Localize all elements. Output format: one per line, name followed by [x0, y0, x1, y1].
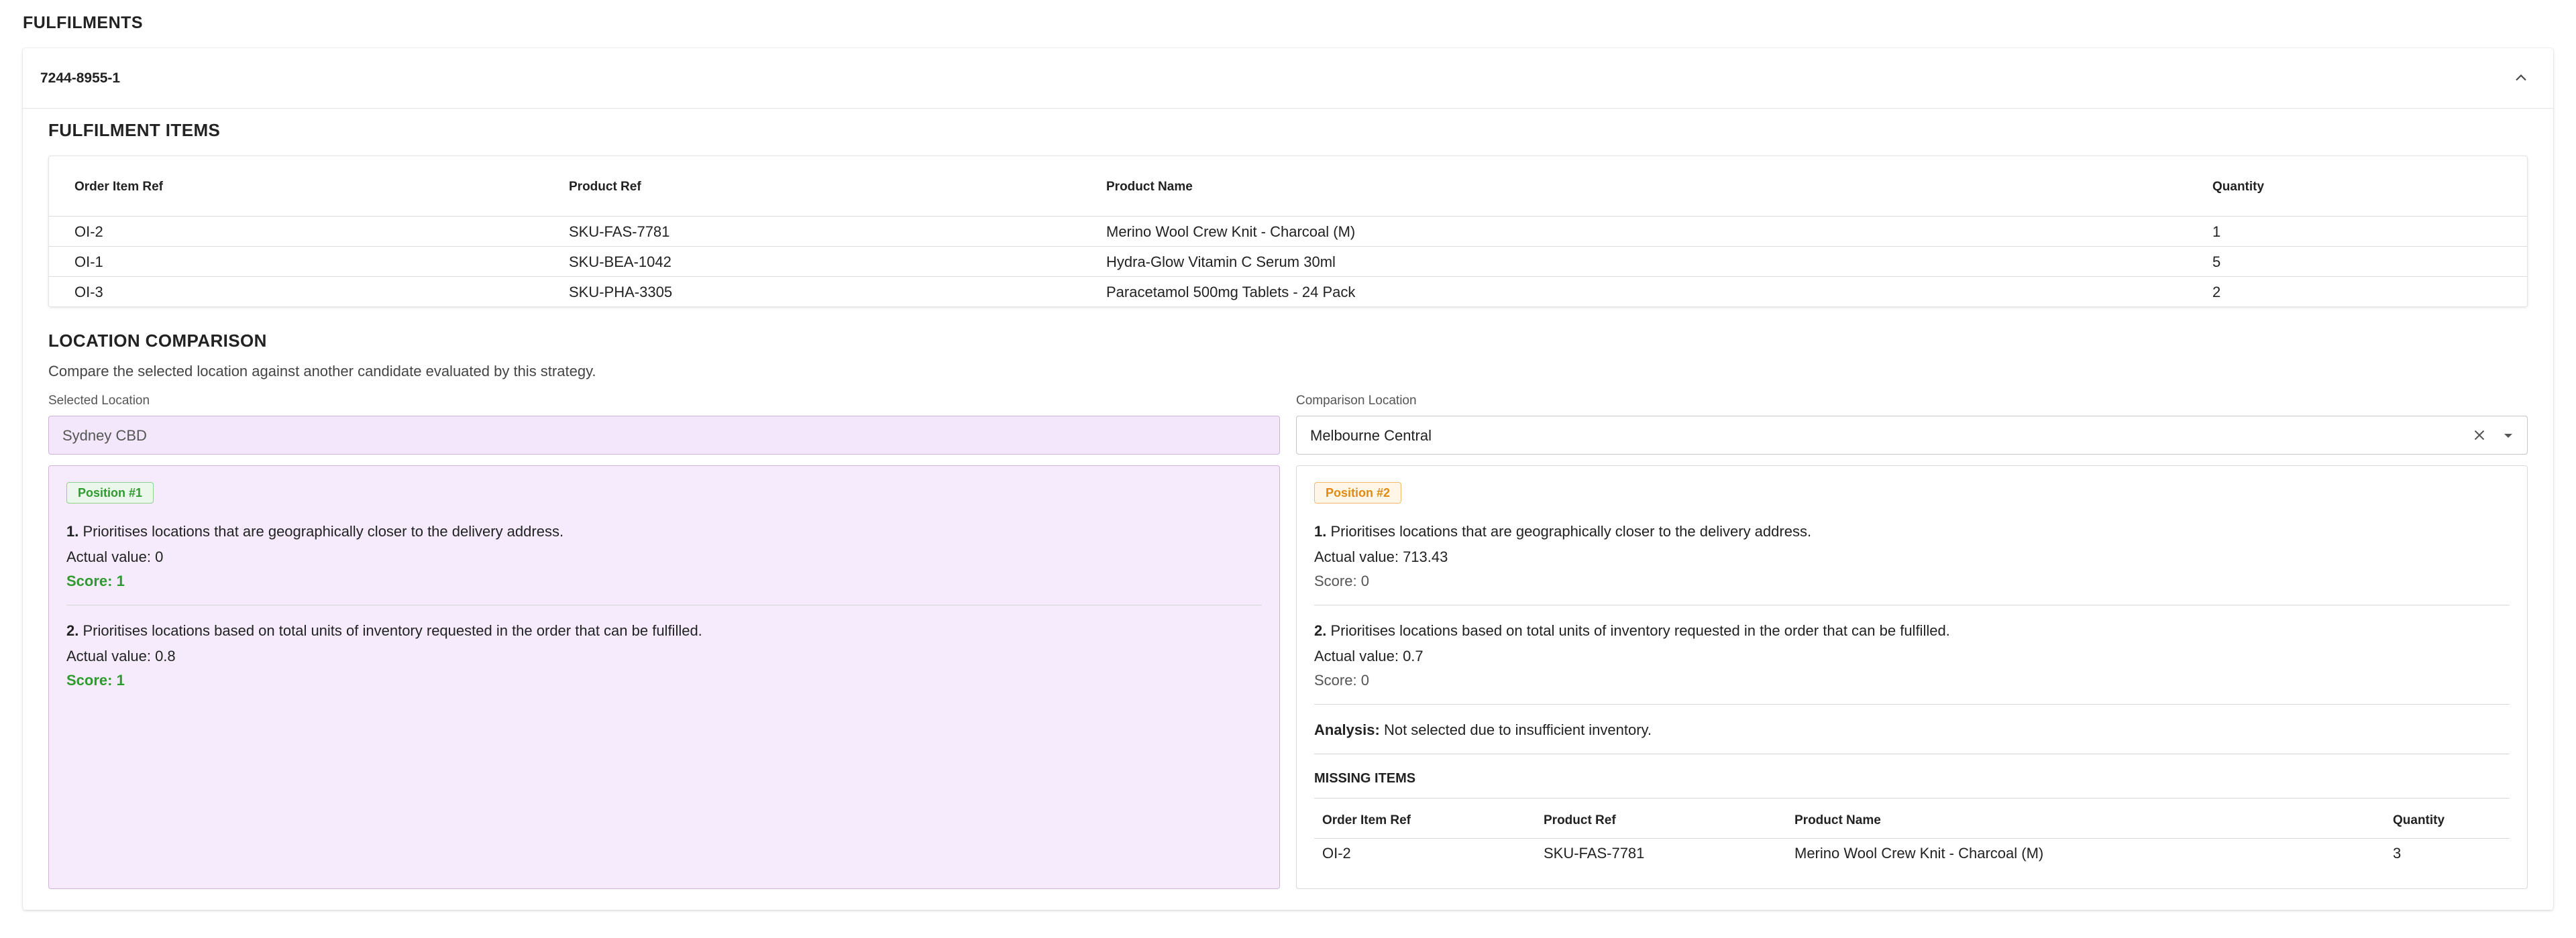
criterion-text: 2. Prioritises locations based on total … — [66, 622, 702, 640]
comparison-location-value: Melbourne Central — [1310, 427, 1432, 444]
criterion-description: Prioritises locations based on total uni… — [83, 622, 702, 639]
criterion-number: 1. — [1314, 523, 1327, 540]
chevron-up-icon[interactable] — [2512, 68, 2530, 87]
score: Score: 0 — [1314, 672, 1369, 689]
criterion-text: 1. Prioritises locations that are geogra… — [1314, 522, 1811, 541]
criterion-text: 1. Prioritises locations that are geogra… — [66, 522, 564, 541]
divider — [1314, 798, 2510, 799]
selected-location-value: Sydney CBD — [62, 427, 147, 444]
actual-value: Actual value: 0.7 — [1314, 648, 1424, 664]
table-cell: Merino Wool Crew Knit - Charcoal (M) — [1106, 223, 1356, 240]
column-header: Product Name — [1794, 813, 1881, 827]
column-header: Order Item Ref — [74, 180, 163, 194]
criterion-number: 2. — [66, 622, 79, 639]
table-row: OI-1 SKU-BEA-1042 Hydra-Glow Vitamin C S… — [49, 247, 2527, 277]
table-cell: 3 — [2393, 845, 2402, 862]
table-cell: SKU-FAS-7781 — [569, 223, 670, 240]
actual-value: Actual value: 0 — [66, 548, 164, 565]
fulfilment-card: 7244-8955-1 FULFILMENT ITEMS Order Item … — [23, 48, 2553, 910]
table-cell: OI-2 — [74, 223, 103, 240]
table-cell: OI-1 — [74, 253, 103, 270]
table-row: OI-2 SKU-FAS-7781 Merino Wool Crew Knit … — [49, 217, 2527, 247]
criterion-text: 2. Prioritises locations based on total … — [1314, 622, 1950, 640]
divider — [1314, 704, 2510, 705]
table-cell: 1 — [2212, 223, 2221, 240]
fulfilment-items-table: Order Item Ref Product Ref Product Name … — [48, 156, 2528, 307]
table-cell: Hydra-Glow Vitamin C Serum 30ml — [1106, 253, 1336, 270]
selected-location-field: Sydney CBD — [48, 416, 1280, 455]
table-cell: SKU-BEA-1042 — [569, 253, 672, 270]
criterion-number: 2. — [1314, 622, 1327, 639]
analysis-text: Not selected due to insufficient invento… — [1383, 721, 1652, 738]
table-header: Order Item Ref Product Ref Product Name … — [49, 156, 2527, 217]
fulfilment-items-title: FULFILMENT ITEMS — [48, 120, 221, 140]
analysis-label: Analysis: — [1314, 721, 1380, 738]
selected-location-panel: Position #1 1. Prioritises locations tha… — [48, 465, 1280, 889]
table-cell: OI-3 — [74, 284, 103, 300]
actual-value: Actual value: 713.43 — [1314, 548, 1448, 565]
position-badge: Position #1 — [66, 482, 154, 504]
position-badge: Position #2 — [1314, 482, 1402, 504]
column-header: Product Ref — [569, 180, 641, 194]
fulfilment-header[interactable]: 7244-8955-1 — [23, 48, 2553, 109]
fulfilment-ref: 7244-8955-1 — [40, 70, 121, 86]
table-cell: SKU-PHA-3305 — [569, 284, 673, 300]
chevron-down-icon[interactable] — [2500, 428, 2516, 444]
table-cell: Paracetamol 500mg Tablets - 24 Pack — [1106, 284, 1356, 300]
table-cell: SKU-FAS-7781 — [1544, 845, 1645, 862]
actual-value: Actual value: 0.8 — [66, 648, 176, 664]
score: Score: 1 — [66, 573, 125, 589]
criterion-description: Prioritises locations based on total uni… — [1330, 622, 1950, 639]
score: Score: 0 — [1314, 573, 1369, 589]
table-cell: 5 — [2212, 253, 2221, 270]
column-header: Quantity — [2212, 180, 2265, 194]
score: Score: 1 — [66, 672, 125, 689]
location-comparison-subtitle: Compare the selected location against an… — [48, 363, 596, 379]
table-cell: OI-2 — [1322, 845, 1351, 862]
column-header: Order Item Ref — [1322, 813, 1411, 827]
column-header: Quantity — [2393, 813, 2445, 827]
close-icon[interactable] — [2471, 426, 2488, 444]
table-cell: 2 — [2212, 284, 2221, 300]
criterion-description: Prioritises locations that are geographi… — [1330, 523, 1812, 540]
criterion-description: Prioritises locations that are geographi… — [83, 523, 564, 540]
page-title: FULFILMENTS — [23, 13, 144, 32]
location-comparison-title: LOCATION COMPARISON — [48, 331, 267, 351]
comparison-location-panel: Position #2 1. Prioritises locations tha… — [1296, 465, 2528, 889]
divider — [1314, 838, 2510, 839]
table-cell: Merino Wool Crew Knit - Charcoal (M) — [1794, 845, 2044, 862]
column-header: Product Ref — [1544, 813, 1616, 827]
analysis: Analysis: Not selected due to insufficie… — [1314, 721, 1652, 740]
missing-items-title: MISSING ITEMS — [1314, 771, 1416, 786]
column-header: Product Name — [1106, 180, 1193, 194]
criterion-number: 1. — [66, 523, 79, 540]
table-row: OI-3 SKU-PHA-3305 Paracetamol 500mg Tabl… — [49, 277, 2527, 307]
selected-location-label: Selected Location — [48, 394, 150, 408]
comparison-location-label: Comparison Location — [1296, 394, 1417, 408]
comparison-location-select[interactable]: Melbourne Central — [1296, 416, 2528, 455]
